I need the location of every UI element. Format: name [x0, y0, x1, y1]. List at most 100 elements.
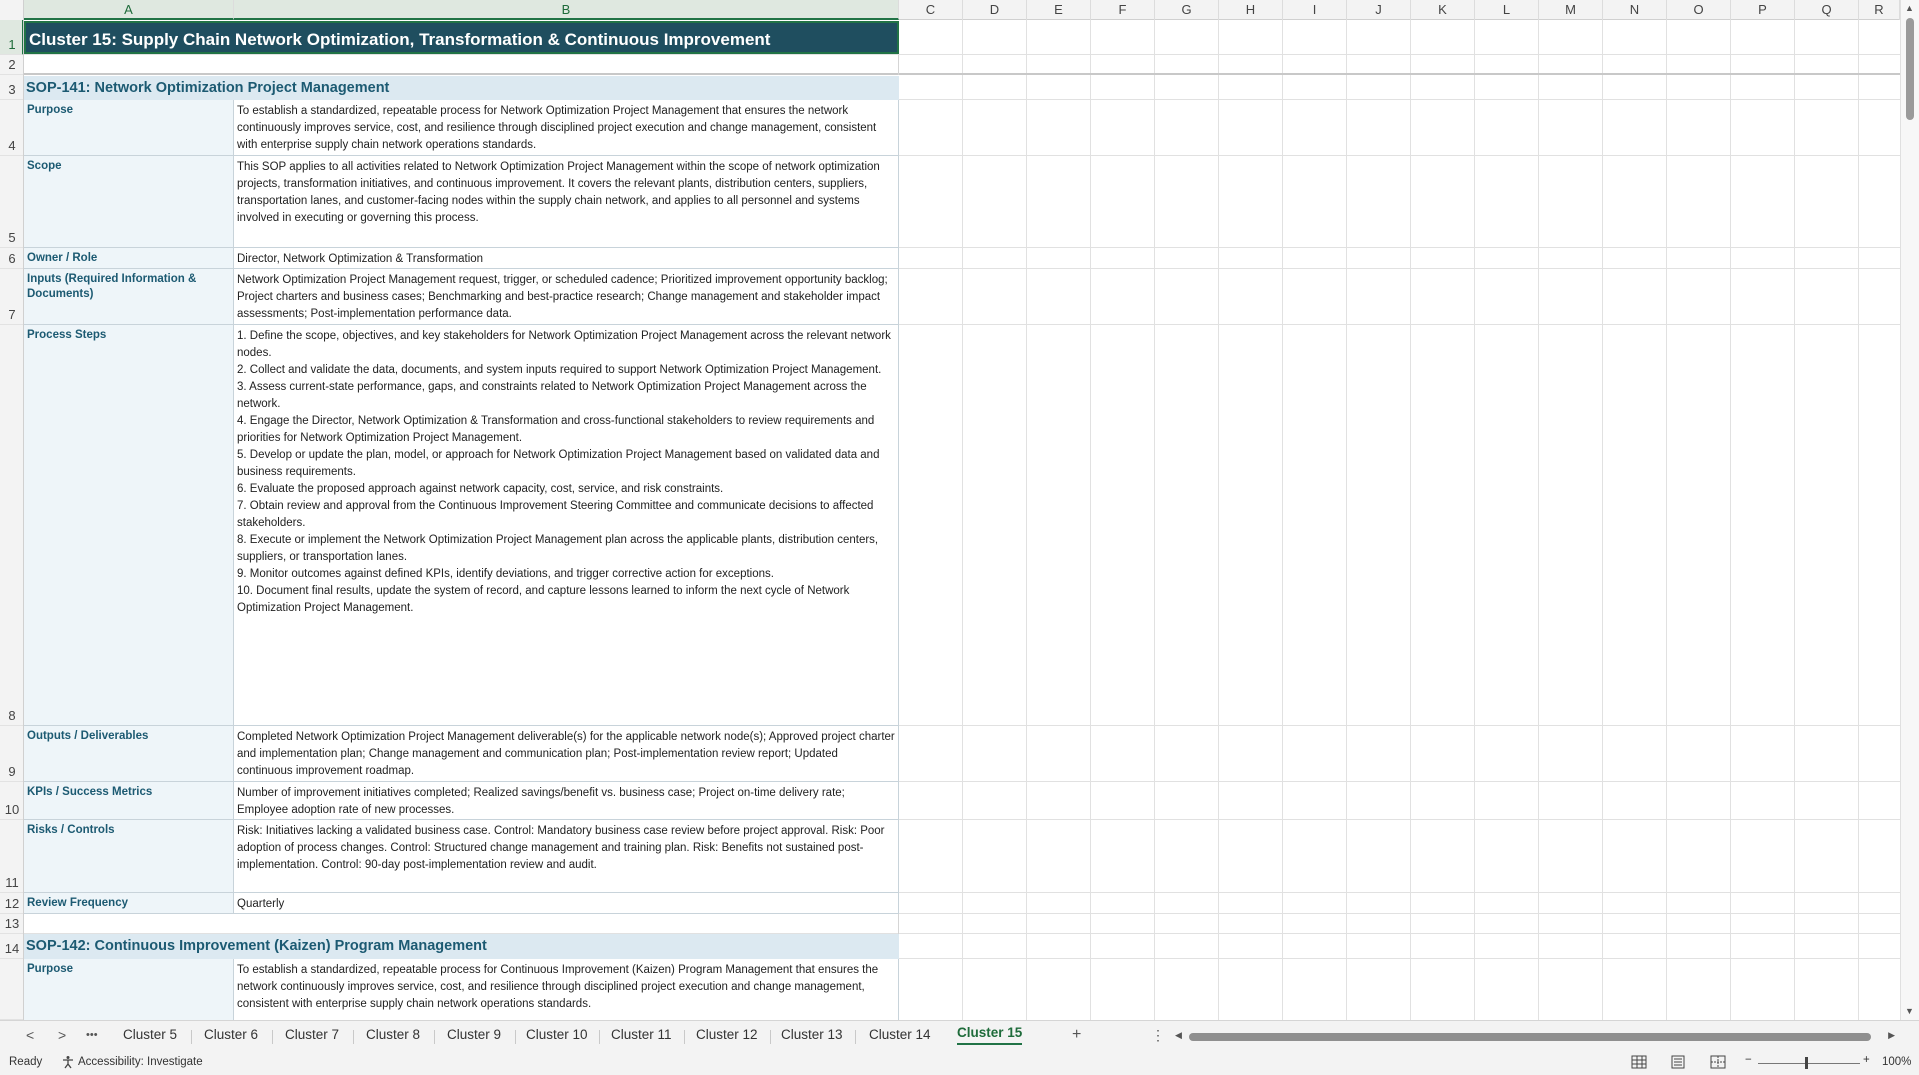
- horizontal-scroll-thumb[interactable]: [1189, 1033, 1871, 1041]
- scroll-left-arrow-icon[interactable]: ◀: [1175, 1030, 1182, 1041]
- sop-141-header-cell[interactable]: SOP-141: Network Optimization Project Ma…: [24, 76, 899, 101]
- row-header-2[interactable]: 2: [0, 55, 23, 75]
- row-header-bar: 1 2 3 4 5 6 7 8 9 10 11 12 13 14: [0, 20, 24, 1020]
- column-header-m[interactable]: M: [1539, 0, 1603, 20]
- scroll-up-arrow-icon[interactable]: ▲: [1905, 3, 1914, 13]
- column-header-d[interactable]: D: [963, 0, 1027, 20]
- column-header-l[interactable]: L: [1475, 0, 1539, 20]
- outputs-label-cell[interactable]: Outputs / Deliverables: [24, 726, 234, 782]
- scroll-right-arrow-icon[interactable]: ▶: [1888, 1030, 1895, 1041]
- kpis-label-cell[interactable]: KPIs / Success Metrics: [24, 782, 234, 820]
- sop-142-header-cell[interactable]: SOP-142: Continuous Improvement (Kaizen)…: [24, 934, 899, 959]
- sop-142-purpose-value-cell[interactable]: To establish a standardized, repeatable …: [234, 959, 899, 1020]
- scroll-down-arrow-icon[interactable]: ▼: [1905, 1006, 1914, 1016]
- purpose-value-cell[interactable]: To establish a standardized, repeatable …: [234, 100, 899, 156]
- row-header-13[interactable]: 13: [0, 914, 23, 934]
- zoom-out-button[interactable]: −: [1745, 1054, 1752, 1066]
- column-header-r[interactable]: R: [1859, 0, 1900, 20]
- sheet-tab-cluster-9[interactable]: Cluster 9: [447, 1027, 501, 1042]
- spreadsheet-grid[interactable]: Cluster 15: Supply Chain Network Optimiz…: [24, 20, 1900, 1020]
- column-header-g[interactable]: G: [1155, 0, 1219, 20]
- column-header-f[interactable]: F: [1091, 0, 1155, 20]
- column-header-h[interactable]: H: [1219, 0, 1283, 20]
- column-header-b[interactable]: B: [234, 0, 899, 20]
- owner-value-cell[interactable]: Director, Network Optimization & Transfo…: [234, 248, 899, 269]
- row-header-1[interactable]: 1: [0, 20, 23, 55]
- sheet-tab-cluster-6[interactable]: Cluster 6: [204, 1027, 258, 1042]
- column-header-e[interactable]: E: [1027, 0, 1091, 20]
- sheet-options-icon[interactable]: ⋮: [1151, 1027, 1165, 1044]
- inputs-label-cell[interactable]: Inputs (Required Information & Documents…: [24, 269, 234, 325]
- column-header-c[interactable]: C: [899, 0, 963, 20]
- row-header-5[interactable]: 5: [0, 156, 23, 248]
- sheet-tab-cluster-7[interactable]: Cluster 7: [285, 1027, 339, 1042]
- risks-value-cell[interactable]: Risk: Initiatives lacking a validated bu…: [234, 820, 899, 893]
- page-break-view-icon[interactable]: [1710, 1055, 1726, 1072]
- risks-label-cell[interactable]: Risks / Controls: [24, 820, 234, 893]
- row-header-15[interactable]: [0, 959, 23, 1020]
- outputs-value-cell[interactable]: Completed Network Optimization Project M…: [234, 726, 899, 782]
- purpose-label-cell[interactable]: Purpose: [24, 100, 234, 156]
- row-header-14[interactable]: 14: [0, 934, 23, 959]
- accessibility-status[interactable]: Accessibility: Investigate: [78, 1056, 203, 1068]
- column-header-p[interactable]: P: [1731, 0, 1795, 20]
- row-header-7[interactable]: 7: [0, 269, 23, 325]
- review-frequency-label-cell[interactable]: Review Frequency: [24, 893, 234, 914]
- column-header-q[interactable]: Q: [1795, 0, 1859, 20]
- sop-142-purpose-label-cell[interactable]: Purpose: [24, 959, 234, 1020]
- row-header-4[interactable]: 4: [0, 100, 23, 156]
- inputs-value-cell[interactable]: Network Optimization Project Management …: [234, 269, 899, 325]
- column-header-a[interactable]: A: [24, 0, 234, 20]
- sheet-tab-cluster-10[interactable]: Cluster 10: [526, 1027, 588, 1042]
- tab-separator: [684, 1030, 685, 1044]
- scope-value-cell[interactable]: This SOP applies to all activities relat…: [234, 156, 899, 248]
- row-header-12[interactable]: 12: [0, 893, 23, 914]
- row-header-10[interactable]: 10: [0, 782, 23, 820]
- sheet-tab-cluster-12[interactable]: Cluster 12: [696, 1027, 758, 1042]
- sheet-tab-cluster-5[interactable]: Cluster 5: [123, 1027, 177, 1042]
- column-header-k[interactable]: K: [1411, 0, 1475, 20]
- zoom-level[interactable]: 100%: [1882, 1056, 1911, 1068]
- row-header-9[interactable]: 9: [0, 726, 23, 782]
- add-sheet-icon[interactable]: +: [1072, 1026, 1081, 1044]
- horizontal-scrollbar[interactable]: ◀ ▶: [1175, 1030, 1895, 1044]
- tab-separator: [599, 1030, 600, 1044]
- empty-row-cell[interactable]: [24, 914, 899, 934]
- zoom-slider-track[interactable]: [1758, 1063, 1860, 1064]
- previous-sheet-icon[interactable]: <: [26, 1027, 34, 1043]
- sheet-tab-cluster-14[interactable]: Cluster 14: [869, 1027, 931, 1042]
- cluster-title-cell[interactable]: Cluster 15: Supply Chain Network Optimiz…: [24, 21, 899, 54]
- normal-view-icon[interactable]: [1631, 1055, 1647, 1072]
- review-frequency-value-cell[interactable]: Quarterly: [234, 893, 899, 914]
- empty-row-cell[interactable]: [24, 55, 899, 75]
- page-layout-view-icon[interactable]: [1670, 1055, 1686, 1072]
- kpis-value-cell[interactable]: Number of improvement initiatives comple…: [234, 782, 899, 820]
- process-steps-value-cell[interactable]: 1. Define the scope, objectives, and key…: [234, 325, 899, 726]
- row-header-8[interactable]: 8: [0, 325, 23, 726]
- select-all-corner[interactable]: [0, 0, 24, 20]
- sheet-tab-bar: < > ••• Cluster 5 Cluster 6 Cluster 7 Cl…: [0, 1020, 1919, 1052]
- row-header-6[interactable]: 6: [0, 248, 23, 269]
- vertical-scroll-thumb[interactable]: [1906, 18, 1914, 120]
- zoom-slider-thumb[interactable]: [1805, 1057, 1808, 1069]
- process-steps-label-cell[interactable]: Process Steps: [24, 325, 234, 726]
- more-sheets-icon[interactable]: •••: [86, 1029, 98, 1041]
- column-header-j[interactable]: J: [1347, 0, 1411, 20]
- owner-label-cell[interactable]: Owner / Role: [24, 248, 234, 269]
- sheet-tab-cluster-8[interactable]: Cluster 8: [366, 1027, 420, 1042]
- row-header-11[interactable]: 11: [0, 820, 23, 893]
- vertical-scrollbar[interactable]: ▲ ▼: [1900, 0, 1919, 1020]
- sheet-tab-cluster-15[interactable]: Cluster 15: [957, 1025, 1023, 1045]
- row-header-3[interactable]: 3: [0, 75, 23, 100]
- sheet-tab-cluster-11[interactable]: Cluster 11: [611, 1027, 672, 1042]
- scope-label-cell[interactable]: Scope: [24, 156, 234, 248]
- tab-separator: [770, 1030, 771, 1044]
- accessibility-icon[interactable]: [61, 1055, 75, 1072]
- next-sheet-icon[interactable]: >: [58, 1027, 66, 1043]
- zoom-in-button[interactable]: +: [1863, 1054, 1870, 1066]
- column-header-o[interactable]: O: [1667, 0, 1731, 20]
- status-bar: Ready Accessibility: Investigate − + 100…: [0, 1052, 1919, 1075]
- column-header-i[interactable]: I: [1283, 0, 1347, 20]
- column-header-n[interactable]: N: [1603, 0, 1667, 20]
- sheet-tab-cluster-13[interactable]: Cluster 13: [781, 1027, 843, 1042]
